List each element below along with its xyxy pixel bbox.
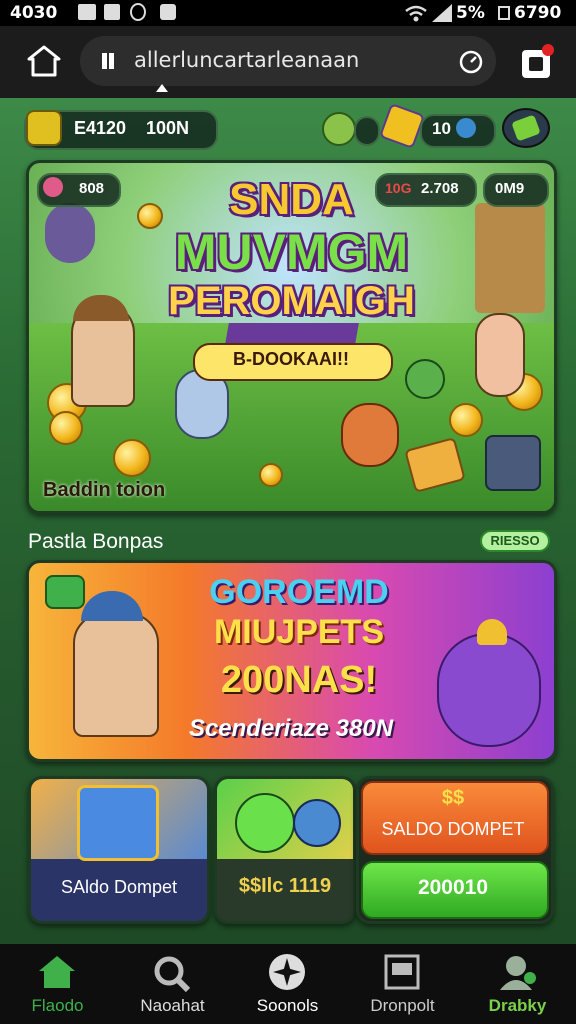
reward-pill (354, 116, 380, 146)
bell-icon (477, 619, 507, 645)
tile1-label: SAldo Dompet (60, 877, 178, 897)
character-fox (341, 403, 399, 467)
status-time: 4030 (10, 3, 58, 23)
wifi-icon (405, 5, 427, 22)
avatar[interactable] (26, 110, 62, 146)
score-value: 10 (432, 119, 451, 138)
game-thumb-icon (77, 785, 159, 861)
notification-icon (160, 4, 176, 20)
app-icon (130, 3, 146, 21)
hero-title-line2: MUVMGM (174, 224, 409, 280)
hero-subtitle: B-DOOKAAI!! (233, 349, 349, 369)
promo-banner[interactable]: GOROEMD MIUJPETS 200NAS! Scenderiaze 380… (26, 560, 557, 762)
promo-line3: 200NAS! (220, 659, 378, 701)
search-icon (154, 956, 191, 992)
coin-icon (113, 439, 151, 477)
nav-label: Dronpolt (370, 996, 435, 1015)
gem-icon (456, 118, 476, 138)
coin-icon (449, 403, 483, 437)
tile2-label: $$Ilc 1119 (238, 875, 332, 897)
section-tag: RIESSO (490, 533, 540, 548)
signal-icon (432, 4, 452, 22)
refresh-icon[interactable] (458, 49, 484, 75)
promo-line2: MIUJPETS (213, 613, 385, 651)
tile3-button-label: 200010 (417, 876, 489, 899)
nav-item-home[interactable]: Flaodo (0, 944, 115, 1024)
character-cap (81, 591, 143, 621)
reward-icon[interactable] (322, 112, 356, 146)
coins-value: E4120 (74, 118, 127, 138)
nav-label: Naoahat (140, 996, 205, 1015)
character-boy (73, 613, 159, 737)
tools-icon[interactable] (485, 435, 541, 491)
hero-banner[interactable]: SNDA MUVMGM PEROMAIGH B-DOOKAAI!! 808 10… (26, 160, 557, 514)
character-squirrel (437, 633, 541, 747)
tile3-label: SALDO DOMPET (381, 819, 525, 839)
url-text[interactable]: allerluncartarleanaan (134, 48, 359, 72)
coin-icon (49, 411, 83, 445)
caret-icon (156, 84, 168, 92)
nav-item-profile[interactable]: Drabky (460, 944, 575, 1024)
status-bar: 4030 5% 6790 (0, 0, 576, 26)
character-girl (475, 313, 525, 397)
wallet-icon (384, 954, 420, 990)
battery-icon (498, 6, 510, 20)
nav-label: Soonols (256, 996, 319, 1015)
tile-wallet[interactable]: $$ SALDO DOMPET 200010 (356, 776, 554, 924)
status-clock: 6790 (514, 3, 562, 23)
tabs-icon[interactable] (518, 42, 558, 82)
gems-value: 100N (146, 118, 190, 138)
hero-badge-left-value: 808 (79, 180, 105, 197)
tile3-symbol: $$ (441, 787, 465, 809)
nav-item-explore[interactable]: Soonols (230, 944, 345, 1024)
hero-title-line3: PEROMAIGH (168, 279, 415, 323)
compass-icon (269, 954, 305, 990)
section-title: Pastla Bonpas (28, 530, 164, 553)
home-icon (39, 956, 75, 988)
heart-icon (43, 177, 63, 197)
pet-slime-icon (235, 793, 295, 853)
character-slime (405, 359, 445, 399)
page-icon (102, 53, 114, 69)
nav-label: Drabky (488, 996, 547, 1015)
pet-bird-icon (293, 799, 341, 847)
nav-item-search[interactable]: Naoahat (115, 944, 230, 1024)
nav-label: Flaodo (31, 996, 84, 1015)
promo-line1: GOROEMD (209, 573, 389, 611)
home-icon[interactable] (26, 44, 62, 78)
hero-badge-right-value: 0M9 (495, 180, 525, 197)
image-icon (104, 4, 120, 20)
promo-line4: Scenderiaze 380N (188, 715, 394, 742)
profile-icon (500, 956, 536, 990)
coin-icon (259, 463, 283, 487)
tile-pets[interactable]: $$Ilc 1119 (214, 776, 356, 924)
refresh-badge-icon (45, 575, 85, 609)
hero-badge-mid-value: 2.708 (421, 180, 459, 197)
hero-caption: Baddin toion (43, 479, 166, 501)
nav-item-wallet[interactable]: Dronpolt (345, 944, 460, 1024)
mail-icon (78, 4, 96, 20)
tile-saldo[interactable]: SAldo Dompet (28, 776, 210, 924)
hero-badge-mid-label: 10G (385, 180, 412, 196)
battery-percent: 5% (456, 3, 485, 23)
